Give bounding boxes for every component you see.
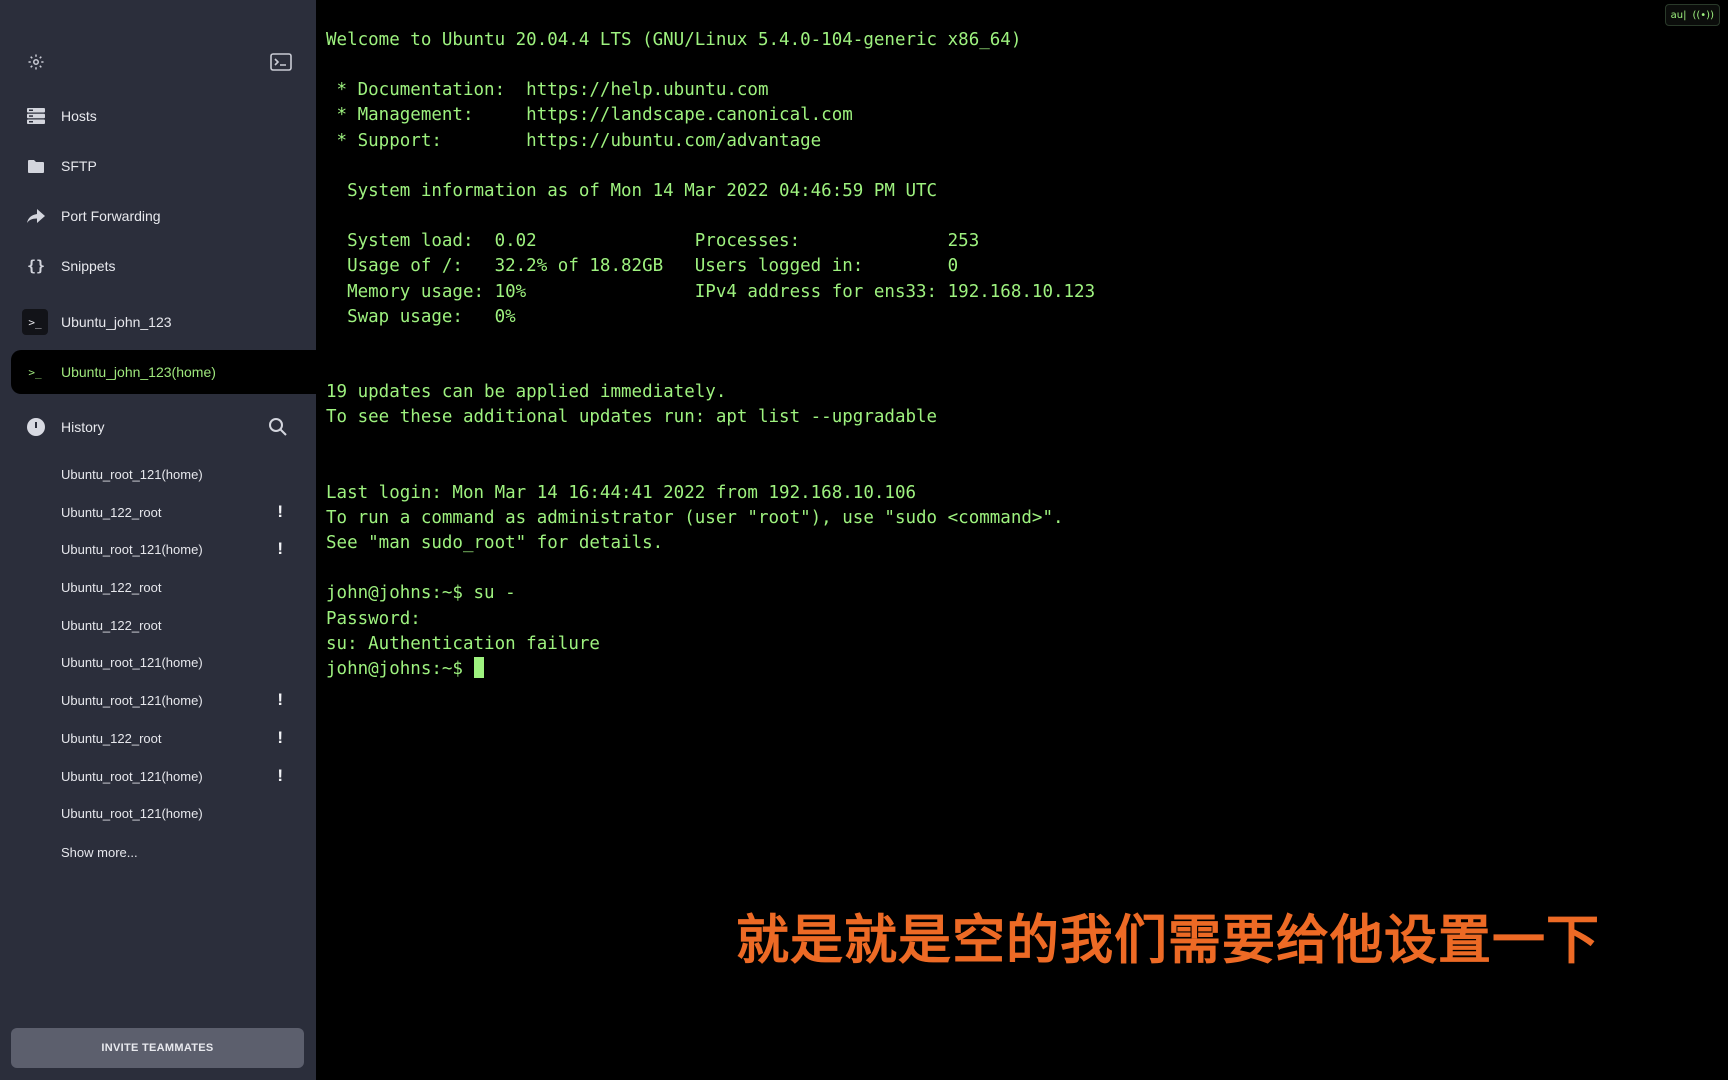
terminal-line: To see these additional updates run: apt…: [326, 407, 938, 428]
history-item[interactable]: Ubuntu_root_121(home): [0, 645, 316, 683]
alert-icon: !: [277, 501, 283, 521]
host-tab-ubuntu-john-123[interactable]: >_ Ubuntu_john_123: [0, 300, 316, 344]
sidebar-item-label: Hosts: [61, 108, 97, 124]
terminal-line: Password:: [326, 608, 421, 629]
history-item-label: Ubuntu_root_121(home): [61, 768, 203, 784]
alert-icon: !: [277, 690, 283, 710]
terminal-line: Memory usage: 10% IPv4 address for ens33…: [326, 281, 1096, 302]
history-title: History: [61, 419, 105, 435]
terminal-line: Usage of /: 32.2% of 18.82GB Users logge…: [326, 256, 959, 277]
alert-icon: !: [277, 539, 283, 559]
history-item-label: Ubuntu_122_root: [61, 730, 162, 746]
port-forwarding-icon: [26, 206, 46, 226]
invite-teammates-button[interactable]: INVITE TEAMMATES: [11, 1028, 304, 1068]
terminal-line: System information as of Mon 14 Mar 2022…: [326, 180, 938, 201]
sidebar-item-label: SFTP: [61, 158, 97, 174]
history-item[interactable]: Ubuntu_root_121(home)!: [0, 759, 316, 797]
snippets-icon: {}: [26, 257, 46, 275]
terminal-prompt-icon: >_: [22, 309, 48, 335]
history-item[interactable]: Ubuntu_122_root!: [0, 721, 316, 759]
history-item[interactable]: Ubuntu_122_root: [0, 608, 316, 646]
history-item-label: Ubuntu_122_root: [61, 617, 162, 633]
history-item[interactable]: Ubuntu_root_121(home)!: [0, 532, 316, 570]
sidebar-item-hosts[interactable]: Hosts: [0, 96, 316, 136]
broadcast-icon: ((•)): [1692, 9, 1714, 21]
terminal-output: Welcome to Ubuntu 20.04.4 LTS (GNU/Linux…: [326, 28, 1095, 682]
terminal-line: See "man sudo_root" for details.: [326, 533, 664, 554]
sidebar-top-icons: [24, 50, 294, 78]
host-tab-label: Ubuntu_john_123: [61, 314, 172, 330]
show-more-link[interactable]: Show more...: [61, 845, 138, 860]
alert-icon: !: [277, 727, 283, 747]
terminal-line: * Management: https://landscape.canonica…: [326, 105, 853, 126]
terminal-icon[interactable]: [268, 50, 294, 74]
terminal-line: 19 updates can be applied immediately.: [326, 382, 727, 403]
hosts-icon: [26, 106, 46, 126]
history-item[interactable]: Ubuntu_root_121(home)!: [0, 683, 316, 721]
alert-icon: !: [277, 765, 283, 785]
history-item[interactable]: Ubuntu_122_root!: [0, 495, 316, 533]
terminal-cursor: [473, 656, 484, 678]
terminal-line: Swap usage: 0%: [326, 306, 516, 327]
history-item[interactable]: Ubuntu_root_121(home): [0, 796, 316, 834]
terminal-line: Welcome to Ubuntu 20.04.4 LTS (GNU/Linux…: [326, 30, 1022, 50]
terminal-prompt-icon: >_: [28, 365, 42, 379]
sidebar: Hosts SFTP Port Forwarding {} Snippets >…: [0, 0, 316, 1080]
host-tab-label: Ubuntu_john_123(home): [61, 364, 216, 380]
sidebar-item-sftp[interactable]: SFTP: [0, 146, 316, 186]
sidebar-item-port-forwarding[interactable]: Port Forwarding: [0, 196, 316, 236]
terminal-line: john@johns:~$ su -: [326, 583, 516, 604]
history-list: Ubuntu_root_121(home) Ubuntu_122_root! U…: [0, 457, 316, 834]
terminal-line: * Support: https://ubuntu.com/advantage: [326, 130, 822, 151]
history-item-label: Ubuntu_root_121(home): [61, 693, 203, 709]
terminal-lines: Welcome to Ubuntu 20.04.4 LTS (GNU/Linux…: [326, 30, 1095, 654]
clock-icon: [27, 418, 45, 436]
input-indicator: au|: [1670, 9, 1687, 21]
terminal-line: System load: 0.02 Processes: 253: [326, 231, 980, 252]
terminal-line: su: Authentication failure: [326, 633, 600, 654]
history-item-label: Ubuntu_root_121(home): [61, 467, 203, 482]
history-item-label: Ubuntu_122_root: [61, 580, 162, 596]
status-badge: au| ((•)): [1664, 4, 1720, 26]
sidebar-item-snippets[interactable]: {} Snippets: [0, 246, 316, 286]
history-item[interactable]: Ubuntu_122_root: [0, 570, 316, 608]
history-item-label: Ubuntu_root_121(home): [61, 655, 203, 671]
history-header: History: [0, 408, 316, 448]
terminal-prompt: john@johns:~$: [326, 658, 474, 679]
terminal-line: Last login: Mon Mar 14 16:44:41 2022 fro…: [326, 482, 917, 503]
history-item[interactable]: Ubuntu_root_121(home): [0, 457, 316, 495]
video-subtitle: 就是就是空的我们需要给他设置一下: [736, 910, 1600, 971]
host-tab-ubuntu-john-123-home[interactable]: >_ Ubuntu_john_123(home): [11, 350, 316, 394]
terminal-line: * Documentation: https://help.ubuntu.com: [326, 80, 769, 101]
sidebar-item-label: Snippets: [61, 258, 116, 274]
sidebar-item-label: Port Forwarding: [61, 208, 161, 224]
history-item-label: Ubuntu_122_root: [61, 504, 162, 520]
folder-icon: [26, 156, 46, 176]
gear-icon[interactable]: [24, 50, 48, 74]
terminal-line: To run a command as administrator (user …: [326, 507, 1064, 528]
terminal-pane[interactable]: Welcome to Ubuntu 20.04.4 LTS (GNU/Linux…: [316, 0, 1728, 1080]
history-item-label: Ubuntu_root_121(home): [61, 806, 203, 822]
search-icon[interactable]: [268, 417, 290, 439]
history-item-label: Ubuntu_root_121(home): [61, 542, 203, 558]
